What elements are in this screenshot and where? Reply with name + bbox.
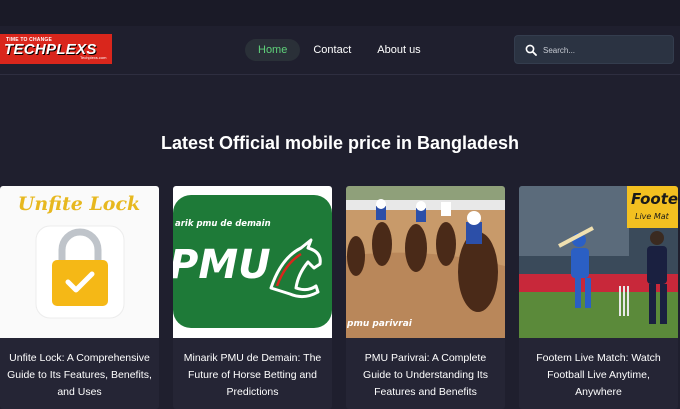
nav-item-about[interactable]: About us — [364, 39, 433, 61]
post-thumbnail-caption: pmu parivrai — [346, 319, 413, 329]
post-thumbnail-caption: arik pmu de demain — [175, 219, 271, 229]
post-thumbnail-caption: Foote — [631, 190, 678, 208]
post-title[interactable]: Unfite Lock: A Comprehensive Guide to It… — [4, 350, 155, 401]
search-input[interactable] — [543, 40, 668, 60]
search-box — [514, 35, 674, 64]
nav-item-contact[interactable]: Contact — [300, 39, 364, 61]
main-nav: Home Contact About us — [245, 38, 434, 62]
nav-item-home[interactable]: Home — [245, 39, 301, 61]
post-card[interactable]: pmu parivrai PMU Parivrai: A Complete Gu… — [346, 186, 505, 409]
post-card[interactable]: arik pmu de demain PMU Minarik PMU de De… — [173, 186, 332, 409]
post-title[interactable]: PMU Parivrai: A Complete Guide to Unders… — [350, 350, 501, 401]
post-card[interactable]: Foote Live Mat Footem Live Match: Watch … — [519, 186, 678, 409]
post-card[interactable]: Unfite Lock Unfite Lock: A Comprehensive… — [0, 186, 159, 409]
logo-sub: Techplexs.com — [80, 55, 107, 60]
post-thumbnail-caption: Unfite Lock — [18, 193, 140, 215]
post-thumbnail[interactable]: pmu parivrai — [346, 186, 505, 338]
page-title: Latest Official mobile price in Banglade… — [160, 133, 520, 153]
post-thumbnail-subcaption: Live Mat — [635, 212, 670, 221]
post-thumbnail[interactable]: Unfite Lock — [0, 186, 159, 338]
post-grid: Unfite Lock Unfite Lock: A Comprehensive… — [0, 186, 680, 409]
post-thumbnail-logo: PMU — [173, 242, 271, 288]
post-thumbnail[interactable]: arik pmu de demain PMU — [173, 186, 332, 338]
site-logo[interactable]: TIME TO CHANGE TECHPLEXS Techplexs.com — [0, 34, 112, 64]
post-thumbnail[interactable]: Foote Live Mat — [519, 186, 678, 338]
post-title[interactable]: Footem Live Match: Watch Football Live A… — [523, 350, 674, 401]
search-icon[interactable] — [525, 44, 537, 56]
post-title[interactable]: Minarik PMU de Demain: The Future of Hor… — [177, 350, 328, 401]
site-header: TIME TO CHANGE TECHPLEXS Techplexs.com H… — [0, 26, 680, 75]
top-strip — [0, 0, 680, 26]
